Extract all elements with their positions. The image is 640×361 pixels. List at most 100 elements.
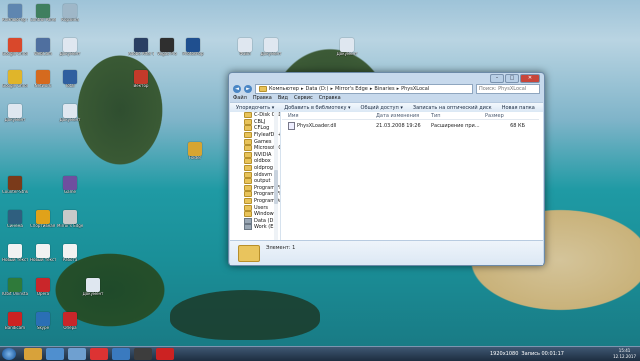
desktop-icon[interactable]: Работа bbox=[57, 244, 83, 263]
crumb-2[interactable]: Mirror's Edge bbox=[335, 86, 368, 92]
search-input[interactable]: Поиск: PhysXLocal bbox=[476, 83, 540, 94]
vegas-taskbar-icon[interactable] bbox=[134, 348, 152, 360]
app-icon bbox=[63, 210, 77, 224]
nav-item[interactable]: Users bbox=[230, 204, 280, 211]
col-size[interactable]: Размер bbox=[485, 113, 525, 119]
close-button[interactable]: ✕ bbox=[520, 74, 540, 83]
address-bar[interactable]: Компьютер ▸ Data (D:) ▸ Mirror's Edge ▸ Bin… bbox=[255, 83, 473, 94]
nav-item[interactable]: NVIDIA bbox=[230, 151, 280, 159]
recording-text: Запись 00:01:17 bbox=[521, 351, 564, 357]
crumb-3[interactable]: Binaries bbox=[374, 86, 394, 92]
file-row[interactable]: PhysXLoader.dll 21.03.2008 19:26 Расшире… bbox=[282, 122, 539, 130]
nav-item[interactable]: oldprog bbox=[230, 165, 280, 172]
desktop-icon[interactable]: Skype bbox=[30, 312, 56, 331]
crumb-1[interactable]: Data (D:) bbox=[305, 86, 328, 92]
nav-item[interactable]: Data (D:) bbox=[230, 217, 280, 225]
desktop-icon-label: Опера bbox=[63, 326, 77, 330]
col-date[interactable]: Дата изменения bbox=[376, 113, 431, 119]
media-taskbar-icon[interactable] bbox=[68, 348, 86, 360]
nav-scrollbar[interactable] bbox=[274, 112, 278, 240]
desktop-icon[interactable]: Вектор bbox=[128, 70, 154, 89]
opera-taskbar-icon[interactable] bbox=[90, 348, 108, 360]
drive-icon bbox=[244, 224, 252, 231]
desktop-icon[interactable]: Новый текстовый bbox=[30, 244, 56, 263]
desktop-icon[interactable]: Файл bbox=[232, 38, 258, 57]
desktop-icon[interactable]: Mirror's Edge bbox=[57, 210, 83, 229]
desktop-icon[interactable]: Photoshop bbox=[180, 38, 206, 57]
scrollbar-thumb[interactable] bbox=[274, 170, 278, 204]
menu-tools[interactable]: Сервис bbox=[294, 95, 313, 101]
col-name[interactable]: Имя bbox=[282, 113, 376, 119]
nav-item[interactable]: Work (E:) bbox=[230, 224, 280, 231]
explorer-taskbar-icon[interactable] bbox=[24, 348, 42, 360]
share-button[interactable]: Общий доступ ▾ bbox=[361, 105, 403, 111]
desktop-icon[interactable]: Network bbox=[30, 70, 56, 89]
file-size: 68 КБ bbox=[510, 123, 525, 129]
desktop-icon[interactable]: Синема bbox=[2, 210, 28, 229]
burn-button[interactable]: Записать на оптический диск bbox=[413, 105, 492, 111]
desktop-icon[interactable]: Folder bbox=[182, 142, 208, 161]
ie-taskbar-icon[interactable] bbox=[46, 348, 64, 360]
crumb-0[interactable]: Компьютер bbox=[269, 86, 299, 92]
nav-item[interactable]: Program Files (x86) bbox=[230, 191, 280, 198]
organize-button[interactable]: Упорядочить ▾ bbox=[236, 105, 274, 111]
desktop-icon[interactable]: Документ bbox=[2, 104, 28, 123]
desktop-icon[interactable]: Опера bbox=[57, 312, 83, 331]
crumb-4[interactable]: PhysXLocal bbox=[401, 86, 429, 92]
add-to-library-button[interactable]: Добавить в библиотеку ▾ bbox=[284, 105, 350, 111]
app-icon bbox=[36, 278, 50, 292]
nav-item[interactable]: oldbox bbox=[230, 158, 280, 165]
app-icon bbox=[8, 312, 22, 326]
title-bar[interactable]: – □ ✕ bbox=[229, 73, 544, 83]
desktop-icon-label: Документ bbox=[59, 52, 81, 56]
desktop-icon[interactable]: WebCam bbox=[30, 38, 56, 57]
menu-view[interactable]: Вид bbox=[278, 95, 288, 101]
menu-edit[interactable]: Правка bbox=[253, 95, 272, 101]
desktop-icon[interactable]: Документ bbox=[57, 104, 83, 123]
bandicam-taskbar-icon[interactable] bbox=[156, 348, 174, 360]
desktop-icon[interactable]: Новый текстовый bbox=[2, 244, 28, 263]
desktop-icon[interactable]: Opera bbox=[30, 278, 56, 297]
desktop-icon[interactable]: Компьютер Ярлык bbox=[2, 4, 28, 23]
desktop-icon[interactable]: IObit Uninstaller bbox=[2, 278, 28, 297]
back-icon[interactable]: ◄ bbox=[233, 84, 241, 93]
new-folder-button[interactable]: Новая папка bbox=[502, 105, 535, 111]
maximize-button[interactable]: □ bbox=[505, 74, 519, 83]
desktop-icon[interactable]: Game bbox=[57, 176, 83, 195]
nav-item[interactable]: CFLog bbox=[230, 125, 280, 132]
nav-item[interactable]: ProgramData bbox=[230, 198, 280, 205]
desktop-icon[interactable]: Google Chrome bbox=[2, 70, 28, 89]
nav-item[interactable]: CBLJ bbox=[230, 118, 280, 126]
clock[interactable]: 15:41 12.12.2017 bbox=[613, 348, 636, 359]
desktop-icon[interactable]: Документ bbox=[334, 38, 360, 57]
nav-item[interactable]: FlyleafDC++ bbox=[230, 132, 280, 139]
nav-item[interactable]: Program Files bbox=[230, 184, 280, 192]
desktop-icon[interactable]: Vegas Pro bbox=[154, 38, 180, 57]
minimize-button[interactable]: – bbox=[490, 74, 504, 83]
col-type[interactable]: Тип bbox=[431, 113, 485, 119]
skype-taskbar-icon[interactable] bbox=[112, 348, 130, 360]
explorer-window[interactable]: – □ ✕ ◄ ► Компьютер ▸ Data (D:) ▸ Mirror's… bbox=[228, 72, 545, 266]
nav-item[interactable]: Windows bbox=[230, 211, 280, 218]
menu-bar: Файл Правка Вид Сервис Справка bbox=[233, 94, 540, 101]
desktop-icon[interactable]: Counter-Strike bbox=[2, 176, 28, 195]
desktop-icon[interactable]: Документ bbox=[57, 38, 83, 57]
desktop-icon[interactable]: Total bbox=[57, 70, 83, 89]
desktop-icon[interactable]: Спортивная страница bbox=[30, 210, 56, 229]
nav-item[interactable]: Microsoft Games bbox=[230, 145, 280, 152]
menu-help[interactable]: Справка bbox=[319, 95, 341, 101]
desktop-icon[interactable]: Bandicam bbox=[2, 312, 28, 331]
desktop-icon[interactable]: Корзина bbox=[57, 4, 83, 23]
desktop-icon[interactable]: Документ bbox=[258, 38, 284, 57]
desktop-icon[interactable]: Google Chrome bbox=[2, 38, 28, 57]
start-button[interactable] bbox=[2, 348, 16, 360]
nav-item[interactable]: output bbox=[230, 178, 280, 185]
nav-item[interactable]: oldsvm bbox=[230, 171, 280, 178]
desktop-icon[interactable]: Control Panel bbox=[30, 4, 56, 23]
desktop-icon[interactable]: Документ bbox=[80, 278, 106, 297]
desktop-icon[interactable]: Adobe After Effects bbox=[128, 38, 154, 57]
forward-icon[interactable]: ► bbox=[244, 84, 252, 93]
nav-item[interactable]: Games bbox=[230, 138, 280, 145]
nav-item[interactable]: C-Disk OLD bbox=[230, 112, 280, 119]
menu-file[interactable]: Файл bbox=[233, 95, 247, 101]
